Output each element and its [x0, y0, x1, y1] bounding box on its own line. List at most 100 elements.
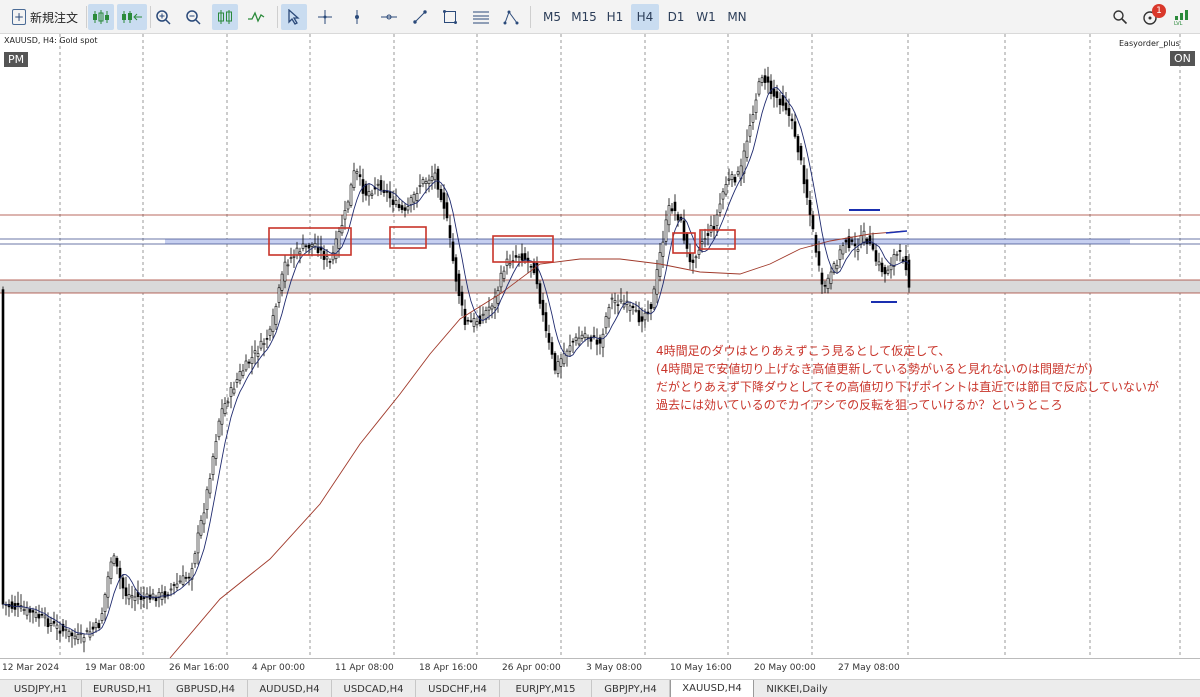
- svg-text:LVL: LVL: [1174, 21, 1183, 26]
- tab-gbpusd-h4[interactable]: GBPUSD,H4: [164, 680, 248, 697]
- candle-body: [310, 244, 314, 247]
- timeframe-m5[interactable]: M5: [538, 4, 566, 30]
- date-label: 26 Apr 00:00: [502, 663, 561, 673]
- tab-usdjpy-h1[interactable]: USDJPY,H1: [0, 680, 82, 697]
- vertical-line-icon: [355, 10, 359, 24]
- candle-body: [298, 251, 302, 255]
- candle-body: [274, 305, 278, 325]
- candle-body: [634, 309, 638, 312]
- one-click-trading-button[interactable]: [117, 4, 147, 30]
- pm-badge: PM: [4, 52, 29, 67]
- candle-body: [100, 613, 104, 621]
- candle-body: [208, 478, 212, 494]
- candle-body: [271, 315, 275, 332]
- trendline-button[interactable]: [409, 4, 431, 30]
- timeframe-w1[interactable]: W1: [692, 4, 720, 30]
- candle-body: [40, 613, 44, 616]
- candle-body: [550, 342, 554, 355]
- tab-xauusd-h4[interactable]: XAUUSD,H4: [670, 680, 754, 697]
- expert-advisor-on-badge[interactable]: ON: [1170, 51, 1195, 66]
- candle-body: [328, 261, 332, 263]
- new-order-button[interactable]: + 新規注文: [6, 4, 84, 30]
- candle-body: [70, 632, 74, 637]
- candle-body: [106, 576, 110, 598]
- candle-body: [571, 340, 575, 343]
- signal-strength-button[interactable]: LVL: [1170, 4, 1194, 30]
- candle-body: [520, 253, 524, 261]
- candle-body: [637, 310, 641, 323]
- timeframe-m15[interactable]: M15: [568, 4, 600, 30]
- date-label: 20 May 00:00: [754, 663, 816, 673]
- candle-body: [235, 379, 239, 383]
- fibonacci-button[interactable]: [469, 4, 493, 30]
- candle-body: [628, 305, 632, 311]
- candle-body: [133, 596, 137, 602]
- candle-body: [58, 630, 62, 634]
- candle-body: [97, 623, 101, 629]
- zoom-in-button[interactable]: [152, 4, 174, 30]
- candle-body: [640, 316, 644, 322]
- zoom-out-button[interactable]: [182, 4, 204, 30]
- crosshair-button[interactable]: [314, 4, 336, 30]
- recent-high-marker[interactable]: [885, 230, 908, 234]
- horizontal-line-button[interactable]: [377, 4, 401, 30]
- candle-body: [355, 171, 359, 174]
- price-chart[interactable]: XAUUSD, H4: Gold spot PM Easyorder_plus …: [0, 34, 1200, 679]
- candle-body: [802, 165, 806, 185]
- tab-nikkei-daily[interactable]: NIKKEI,Daily: [754, 680, 840, 697]
- candle-body: [583, 333, 587, 338]
- annotation-line: (4時間足で安値切り上げなき高値更新している勢がいると見れないのは問題だが): [656, 362, 1093, 376]
- trendline-icon: [413, 10, 427, 24]
- candle-body: [796, 136, 800, 153]
- vertical-line-button[interactable]: [346, 4, 368, 30]
- tab-eurjpy-m15[interactable]: EURJPY,M15: [500, 680, 592, 697]
- rectangle-button[interactable]: [439, 4, 461, 30]
- candle-body: [130, 595, 134, 598]
- candle-body: [595, 339, 599, 345]
- candle-body: [808, 200, 812, 215]
- zoom-out-icon: [186, 10, 201, 25]
- candle-body: [853, 243, 857, 247]
- candle-body: [220, 408, 224, 425]
- candlestick-button[interactable]: [212, 4, 238, 30]
- date-label: 4 Apr 00:00: [252, 663, 305, 673]
- candle-body: [631, 305, 635, 309]
- candle-body: [736, 171, 740, 175]
- timeframe-h1[interactable]: H1: [601, 4, 629, 30]
- horizontal-line-icon: [381, 14, 397, 20]
- tab-usdcad-h4[interactable]: USDCAD,H4: [332, 680, 416, 697]
- candle-body: [613, 300, 617, 304]
- timeframe-h4[interactable]: H4: [631, 4, 659, 30]
- timeframe-d1[interactable]: D1: [662, 4, 690, 30]
- candle-body: [397, 204, 401, 208]
- shapes-button[interactable]: [500, 4, 522, 30]
- highlight-box-2[interactable]: [389, 226, 427, 249]
- candle-body: [172, 584, 176, 586]
- candle-body: [52, 620, 56, 624]
- candle-body: [358, 174, 362, 178]
- candle-body: [490, 305, 494, 310]
- candle-body: [196, 532, 200, 554]
- tab-eurusd-h1[interactable]: EURUSD,H1: [82, 680, 164, 697]
- candle-body: [259, 340, 263, 349]
- candle-body: [391, 199, 395, 206]
- candle-body: [76, 633, 80, 640]
- candle-body: [712, 226, 716, 230]
- tab-gbpjpy-h4[interactable]: GBPJPY,H4: [592, 680, 670, 697]
- candle-body: [448, 225, 452, 238]
- candle-body: [766, 76, 770, 83]
- line-chart-button[interactable]: [244, 4, 268, 30]
- search-button[interactable]: [1108, 4, 1132, 30]
- candle-body: [349, 184, 353, 206]
- timeframe-mn[interactable]: MN: [723, 4, 751, 30]
- depth-of-market-button[interactable]: [88, 4, 114, 30]
- candle-body: [418, 185, 422, 187]
- candle-body: [430, 176, 434, 181]
- cursor-button[interactable]: [281, 4, 307, 30]
- tab-audusd-h4[interactable]: AUDUSD,H4: [248, 680, 332, 697]
- candle-body: [895, 253, 899, 256]
- candle-body: [178, 580, 182, 583]
- date-label: 19 Mar 08:00: [85, 663, 146, 673]
- tab-usdchf-h4[interactable]: USDCHF,H4: [416, 680, 500, 697]
- candle-body: [745, 140, 749, 158]
